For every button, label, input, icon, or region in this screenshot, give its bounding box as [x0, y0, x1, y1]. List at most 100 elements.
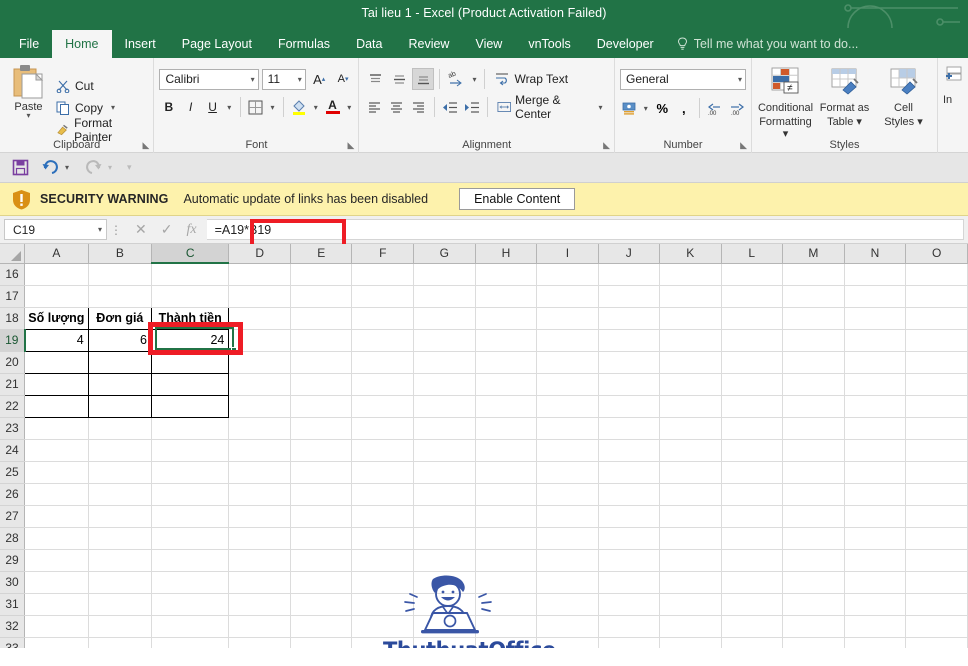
- tab-vntools[interactable]: vnTools: [515, 30, 583, 58]
- cell-G20[interactable]: [413, 351, 476, 374]
- percent-style-button[interactable]: %: [653, 97, 672, 119]
- column-header-J[interactable]: J: [598, 244, 660, 264]
- confirm-icon[interactable]: ✓: [161, 221, 173, 238]
- cell-F18[interactable]: [351, 307, 414, 330]
- cell-B29[interactable]: [88, 549, 152, 572]
- cell-O19[interactable]: [905, 329, 968, 352]
- fill-handle[interactable]: [231, 347, 237, 353]
- cell-C24[interactable]: [151, 439, 230, 462]
- cell-E22[interactable]: [290, 395, 353, 418]
- font-color-dropdown-caret[interactable]: ▾: [345, 103, 354, 112]
- cell-K17[interactable]: [659, 285, 722, 308]
- cell-O22[interactable]: [905, 395, 968, 418]
- cell-D29[interactable]: [228, 549, 291, 572]
- cell-L24[interactable]: [721, 439, 784, 462]
- cell-K27[interactable]: [659, 505, 722, 528]
- cell-O27[interactable]: [905, 505, 968, 528]
- wrap-text-button[interactable]: Wrap Text: [490, 68, 572, 90]
- row-header-31[interactable]: 31: [0, 593, 26, 616]
- cell-M23[interactable]: [782, 417, 845, 440]
- decrease-indent-button[interactable]: [440, 96, 460, 118]
- cell-G18[interactable]: [413, 307, 476, 330]
- cell-M20[interactable]: [782, 351, 845, 374]
- cell-A27[interactable]: [24, 505, 89, 528]
- undo-button[interactable]: ▾: [41, 159, 72, 176]
- cell-K22[interactable]: [659, 395, 722, 418]
- column-header-L[interactable]: L: [721, 244, 784, 264]
- cell-L29[interactable]: [721, 549, 784, 572]
- cell-C26[interactable]: [151, 483, 230, 506]
- cell-L21[interactable]: [721, 373, 784, 396]
- cell-B18[interactable]: Đơn giá: [87, 306, 152, 330]
- column-header-G[interactable]: G: [413, 244, 476, 264]
- cell-G31[interactable]: [413, 593, 476, 616]
- cell-I29[interactable]: [536, 549, 599, 572]
- cell-E25[interactable]: [290, 461, 353, 484]
- cell-G22[interactable]: [413, 395, 476, 418]
- cell-F21[interactable]: [351, 373, 414, 396]
- cell-C28[interactable]: [151, 527, 230, 550]
- cell-E26[interactable]: [290, 483, 353, 506]
- increase-decimal-button[interactable]: .00: [706, 97, 725, 119]
- cell-F23[interactable]: [351, 417, 414, 440]
- cell-N26[interactable]: [844, 483, 907, 506]
- cell-A25[interactable]: [24, 461, 89, 484]
- cell-M25[interactable]: [782, 461, 845, 484]
- comma-style-button[interactable]: ,: [675, 97, 694, 119]
- cell-I32[interactable]: [536, 615, 599, 638]
- cell-H25[interactable]: [475, 461, 538, 484]
- cell-N30[interactable]: [844, 571, 907, 594]
- cell-F24[interactable]: [351, 439, 414, 462]
- cell-M31[interactable]: [782, 593, 845, 616]
- cell-O31[interactable]: [905, 593, 968, 616]
- cell-K28[interactable]: [659, 527, 722, 550]
- fill-color-dropdown-caret[interactable]: ▾: [312, 103, 321, 112]
- cell-D22[interactable]: [228, 395, 291, 418]
- cell-L26[interactable]: [721, 483, 784, 506]
- cell-C18[interactable]: Thành tiền: [150, 306, 230, 330]
- tab-file[interactable]: File: [6, 30, 52, 58]
- decrease-font-size-button[interactable]: A ▾: [333, 68, 354, 90]
- tab-page-layout[interactable]: Page Layout: [169, 30, 265, 58]
- cell-B22[interactable]: [87, 394, 152, 418]
- customize-quick-access-toolbar-button[interactable]: ▾: [127, 162, 132, 173]
- cell-H30[interactable]: [475, 571, 538, 594]
- cell-L20[interactable]: [721, 351, 784, 374]
- cell-I31[interactable]: [536, 593, 599, 616]
- cell-A17[interactable]: [24, 285, 89, 308]
- row-header-20[interactable]: 20: [0, 351, 26, 374]
- cell-D23[interactable]: [228, 417, 291, 440]
- cell-J32[interactable]: [598, 615, 660, 638]
- cell-H29[interactable]: [475, 549, 538, 572]
- cell-C32[interactable]: [151, 615, 230, 638]
- cell-H26[interactable]: [475, 483, 538, 506]
- fill-color-button[interactable]: [290, 96, 309, 118]
- cell-C19[interactable]: 24: [150, 328, 230, 352]
- cell-G32[interactable]: [413, 615, 476, 638]
- tab-view[interactable]: View: [462, 30, 515, 58]
- tab-formulas[interactable]: Formulas: [265, 30, 343, 58]
- cell-N29[interactable]: [844, 549, 907, 572]
- cell-E21[interactable]: [290, 373, 353, 396]
- cell-H28[interactable]: [475, 527, 538, 550]
- cell-I33[interactable]: [536, 637, 599, 648]
- cell-B21[interactable]: [87, 372, 152, 396]
- cell-O33[interactable]: [905, 637, 968, 648]
- cell-A23[interactable]: [24, 417, 89, 440]
- cell-K32[interactable]: [659, 615, 722, 638]
- cell-O17[interactable]: [905, 285, 968, 308]
- row-header-19[interactable]: 19: [0, 329, 26, 352]
- font-name-combo[interactable]: Calibri ▾: [159, 68, 259, 90]
- cell-O29[interactable]: [905, 549, 968, 572]
- cell-J18[interactable]: [598, 307, 660, 330]
- cell-O20[interactable]: [905, 351, 968, 374]
- row-header-33[interactable]: 33: [0, 637, 26, 648]
- column-header-C[interactable]: C: [151, 244, 230, 264]
- cell-F32[interactable]: [351, 615, 414, 638]
- cell-I19[interactable]: [536, 329, 599, 352]
- cell-L31[interactable]: [721, 593, 784, 616]
- cell-B33[interactable]: [88, 637, 152, 648]
- cell-J25[interactable]: [598, 461, 660, 484]
- cell-L22[interactable]: [721, 395, 784, 418]
- redo-button[interactable]: ▾: [84, 159, 115, 176]
